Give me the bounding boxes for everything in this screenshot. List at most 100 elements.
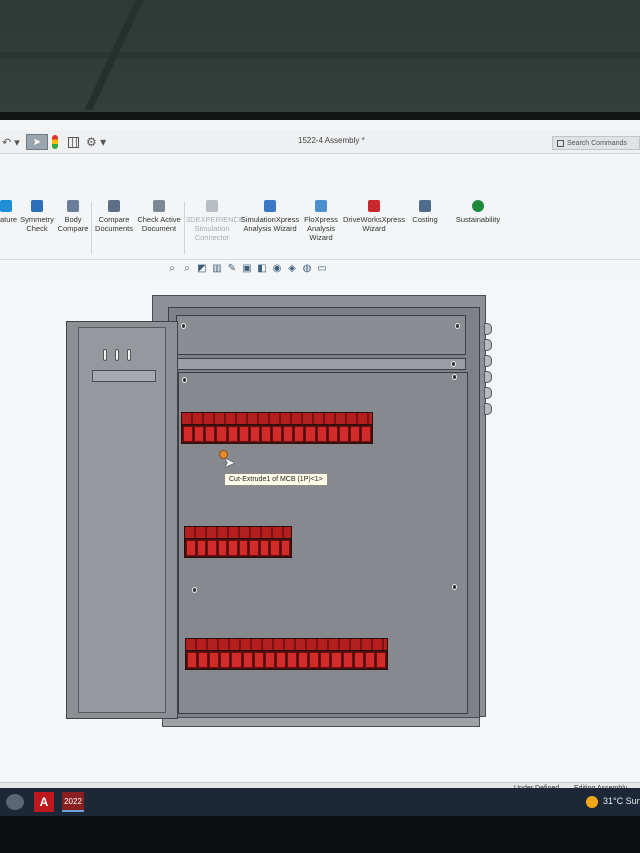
mcb-module[interactable]	[228, 540, 238, 556]
mcb-module[interactable]	[305, 426, 316, 442]
mcb-row[interactable]	[184, 526, 292, 558]
mcb-module[interactable]	[196, 540, 206, 556]
mcb-module[interactable]	[249, 426, 260, 442]
view-orientation-icon[interactable]: ▣	[241, 262, 253, 274]
ribbon-driveworksxpress-button[interactable]: DriveWorksXpress Wizard	[342, 200, 406, 233]
weather-text: Sunny	[625, 796, 640, 806]
ribbon-label: Sustainability	[455, 215, 501, 224]
mcb-module[interactable]	[320, 652, 331, 668]
floxpress-icon	[315, 200, 327, 212]
zoom-fit-icon[interactable]: ⌕	[166, 262, 178, 274]
mcb-module[interactable]	[327, 426, 338, 442]
mcb-module[interactable]	[217, 540, 227, 556]
mcb-module[interactable]	[283, 426, 294, 442]
mcb-module[interactable]	[231, 652, 242, 668]
mcb-module[interactable]	[183, 426, 194, 442]
ribbon-label: Symmetry Check	[20, 215, 54, 233]
ribbon-label: FloXpress Analysis Wizard	[304, 215, 338, 242]
mcb-module[interactable]	[361, 426, 372, 442]
previous-view-icon[interactable]: ◩	[196, 262, 208, 274]
mcb-module[interactable]	[275, 652, 286, 668]
ribbon-check-active-document-button[interactable]: Check Active Document	[136, 200, 182, 233]
cabinet-hinge-tab	[484, 323, 492, 335]
mcb-module[interactable]	[309, 652, 320, 668]
mcb-module[interactable]	[238, 426, 249, 442]
mcb-module[interactable]	[294, 426, 305, 442]
rebuild-icon[interactable]	[52, 134, 62, 150]
sun-icon[interactable]	[586, 796, 598, 808]
mcb-module[interactable]	[194, 426, 205, 442]
mcb-module[interactable]	[349, 426, 360, 442]
undo-icon[interactable]: ↶ ▾	[2, 134, 20, 150]
ribbon-sustainability-button[interactable]: Sustainability	[450, 200, 506, 224]
mcb-module[interactable]	[207, 540, 217, 556]
door-vent	[103, 349, 107, 361]
mcb-module[interactable]	[316, 426, 327, 442]
mcb-module[interactable]	[364, 652, 375, 668]
weather-widget[interactable]: 31°C Sunny	[603, 796, 640, 806]
door-vent	[127, 349, 131, 361]
mcb-module[interactable]	[187, 652, 198, 668]
driveworks-icon	[368, 200, 380, 212]
ribbon-symmetry-check-button[interactable]: Symmetry Check	[20, 200, 54, 233]
mcb-module[interactable]	[342, 652, 353, 668]
ribbon-floxpress-button[interactable]: FloXpress Analysis Wizard	[302, 200, 340, 242]
mcb-module[interactable]	[353, 652, 364, 668]
mcb-module[interactable]	[280, 540, 290, 556]
apply-scene-icon[interactable]: ◍	[301, 262, 313, 274]
mcb-module[interactable]	[198, 652, 209, 668]
sustainability-icon	[472, 200, 484, 212]
mcb-module[interactable]	[260, 426, 271, 442]
ribbon: ature Symmetry Check Body Compare Compar…	[0, 200, 640, 260]
hover-tooltip: Cut-Extrude1 of MCB (1P)<1>	[224, 473, 328, 486]
bolt	[455, 323, 460, 329]
mcb-module[interactable]	[249, 540, 259, 556]
ribbon-label: DriveWorksXpress Wizard	[343, 215, 405, 233]
search-input[interactable]: Search Commands	[552, 136, 640, 150]
ribbon-feature-button[interactable]: ature	[0, 200, 17, 224]
gear-icon[interactable]: ⚙ ▾	[86, 134, 106, 150]
section-view-icon[interactable]: ▥	[211, 262, 223, 274]
document-title: 1522-4 Assembly *	[298, 136, 365, 145]
mcb-module[interactable]	[375, 652, 386, 668]
mcb-module[interactable]	[331, 652, 342, 668]
mcb-module[interactable]	[238, 540, 248, 556]
cabinet-hinge-tab	[484, 339, 492, 351]
file-properties-icon[interactable]	[68, 134, 82, 150]
taskbar-app-autocad[interactable]: A	[34, 792, 54, 812]
display-style-icon[interactable]: ◧	[256, 262, 268, 274]
taskbar-app-solidworks[interactable]: 2022	[62, 792, 84, 812]
cabinet-rail-band	[176, 358, 466, 370]
mcb-module[interactable]	[270, 540, 280, 556]
ribbon-body-compare-button[interactable]: Body Compare	[56, 200, 90, 233]
mcb-module[interactable]	[264, 652, 275, 668]
zoom-area-icon[interactable]: ⌕	[181, 262, 193, 274]
mcb-module[interactable]	[220, 652, 231, 668]
ribbon-simulationxpress-button[interactable]: SimulationXpress Analysis Wizard	[240, 200, 300, 233]
start-icon[interactable]	[6, 794, 24, 810]
edit-appearance-icon[interactable]: ◈	[286, 262, 298, 274]
ribbon-compare-documents-button[interactable]: Compare Documents	[94, 200, 134, 233]
mcb-module[interactable]	[338, 426, 349, 442]
mcb-row[interactable]	[181, 412, 373, 444]
mcb-module[interactable]	[259, 540, 269, 556]
mcb-module[interactable]	[216, 426, 227, 442]
ribbon-costing-button[interactable]: Costing	[408, 200, 442, 224]
hide-show-icon[interactable]: ◉	[271, 262, 283, 274]
select-icon[interactable]: ➤	[26, 134, 48, 150]
mcb-module[interactable]	[253, 652, 264, 668]
mcb-module[interactable]	[227, 426, 238, 442]
mcb-module[interactable]	[272, 426, 283, 442]
mcb-module[interactable]	[205, 426, 216, 442]
mcb-module[interactable]	[242, 652, 253, 668]
dynamic-annotation-icon[interactable]: ✎	[226, 262, 238, 274]
mcb-module[interactable]	[209, 652, 220, 668]
ribbon-simulation-connector-button[interactable]: 3DEXPERIENCE Simulation Connector	[186, 200, 244, 242]
simxpress-icon	[264, 200, 276, 212]
view-settings-icon[interactable]: ▭	[316, 262, 328, 274]
mcb-module[interactable]	[286, 652, 298, 668]
mcb-row[interactable]	[185, 638, 388, 670]
ribbon-separator	[184, 202, 185, 254]
mcb-module[interactable]	[186, 540, 196, 556]
mcb-module[interactable]	[298, 652, 309, 668]
